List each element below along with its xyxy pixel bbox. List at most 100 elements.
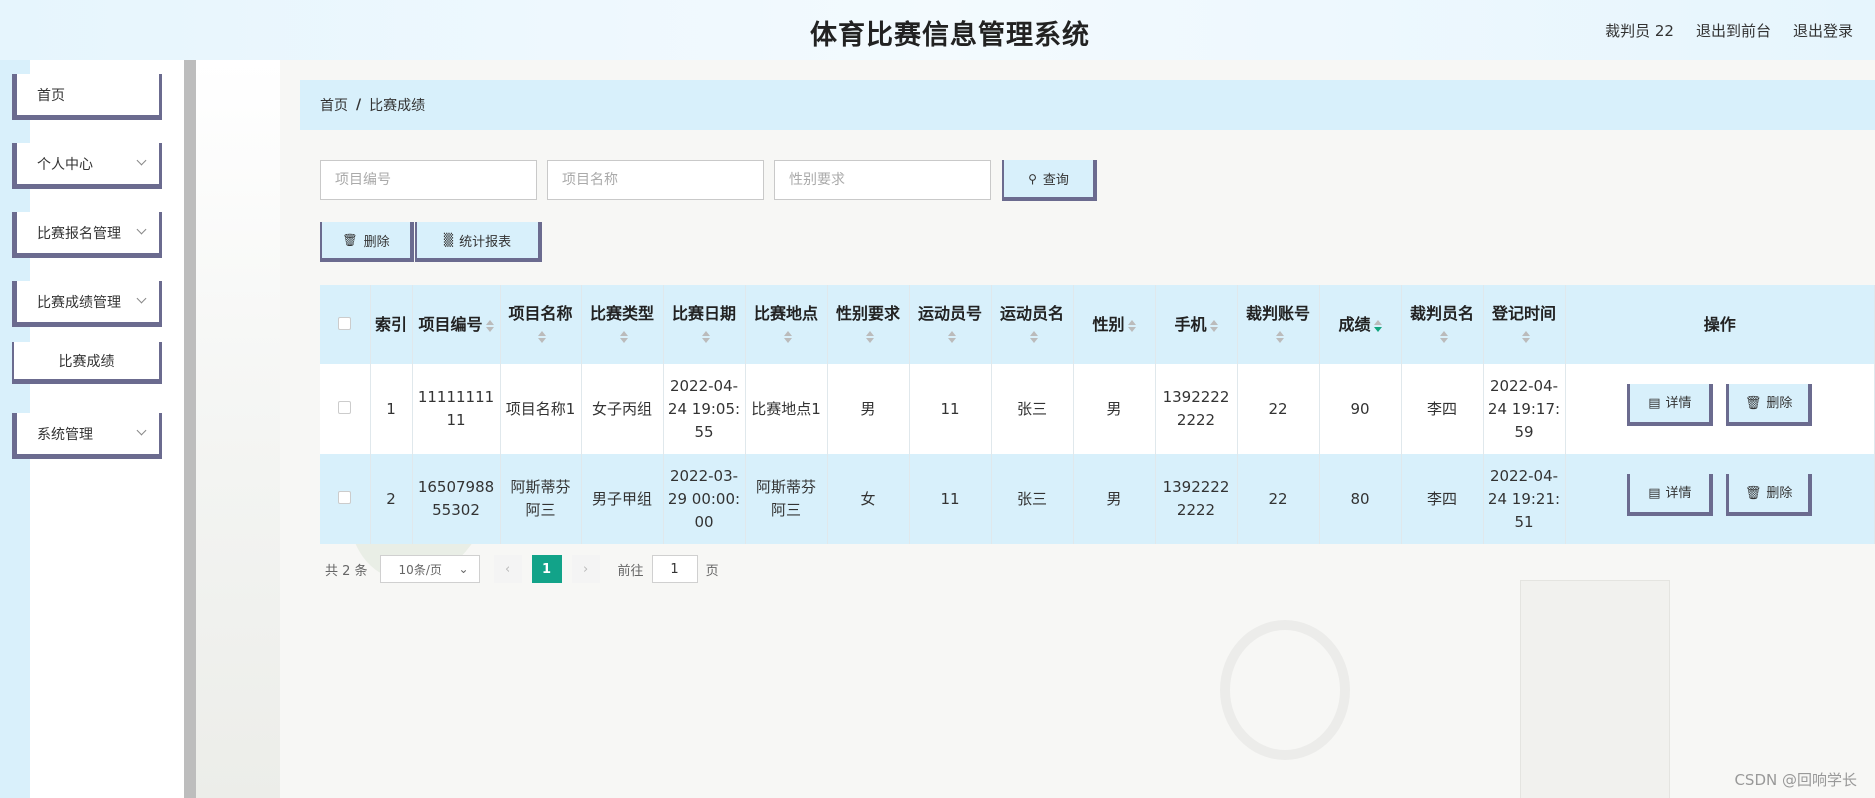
cell-match-type: 男子甲组 — [581, 454, 664, 544]
row-checkbox[interactable] — [338, 490, 352, 504]
header-label: 比赛类型 — [589, 303, 654, 323]
detail-button[interactable]: ▤ 详情 — [1627, 384, 1714, 426]
row-select-cell — [320, 364, 371, 454]
sort-icon[interactable] — [1209, 319, 1218, 332]
header-referee-name[interactable]: 裁判员名 — [1401, 285, 1484, 364]
header-label: 裁判员名 — [1409, 303, 1474, 323]
chevron-left-icon: ‹ — [504, 561, 511, 577]
background-box-decoration — [1520, 580, 1670, 798]
header-match-type[interactable]: 比赛类型 — [581, 285, 664, 364]
header-label: 运动员号 — [917, 303, 982, 323]
header-referee-account[interactable]: 裁判账号 — [1237, 285, 1320, 364]
row-checkbox[interactable] — [338, 400, 352, 414]
cell-athlete-name: 张三 — [991, 454, 1074, 544]
header-gender-requirement[interactable]: 性别要求 — [827, 285, 910, 364]
cell-match-type: 女子丙组 — [581, 364, 664, 454]
sort-icon[interactable] — [1521, 331, 1530, 343]
sidebar-item-system-management[interactable]: 系统管理 — [12, 413, 162, 459]
pagination: 共 2 条 10条/页 ⌄ ‹ 1 › 前往 1 页 — [325, 555, 719, 583]
sidebar-item-score-management[interactable]: 比赛成绩管理 — [12, 281, 162, 327]
goto-page-input[interactable]: 1 — [651, 555, 698, 583]
sidebar-item-registration-management[interactable]: 比赛报名管理 — [12, 212, 162, 258]
sort-icon[interactable] — [783, 331, 792, 343]
detail-button[interactable]: ▤ 详情 — [1627, 474, 1714, 516]
top-header: 体育比赛信息管理系统 裁判员 22 退出到前台 退出登录 — [0, 0, 1875, 60]
table-row: 1 1111111111 项目名称1 女子丙组 2022-04-24 19:05… — [320, 364, 1875, 454]
cell-match-place: 比赛地点1 — [745, 364, 828, 454]
sidebar-item-scores[interactable]: 比赛成绩 — [12, 342, 162, 384]
detail-icon: ▤ — [1648, 485, 1661, 501]
goto-prefix: 前往 — [617, 563, 644, 579]
header-label: 操作 — [1703, 315, 1736, 334]
header-project-name[interactable]: 项目名称 — [500, 285, 582, 364]
chevron-down-icon — [136, 425, 147, 436]
row-delete-button[interactable]: 🗑 删除 — [1726, 384, 1813, 426]
cell-athlete-no: 11 — [909, 454, 992, 544]
breadcrumb: 首页 / 比赛成绩 — [300, 80, 1875, 130]
cell-phone: 13922222222 — [1155, 454, 1238, 544]
chevron-right-icon: › — [582, 561, 589, 577]
sort-icon[interactable] — [1373, 319, 1382, 332]
batch-delete-label: 删除 — [363, 234, 390, 250]
goto-suffix: 页 — [705, 563, 719, 579]
trash-icon: 🗑 — [342, 233, 358, 247]
header-label: 裁判账号 — [1245, 303, 1310, 323]
header-athlete-name[interactable]: 运动员名 — [991, 285, 1074, 364]
row-select-cell — [320, 454, 371, 544]
logout-link[interactable]: 退出登录 — [1793, 20, 1853, 41]
header-label: 项目名称 — [508, 303, 573, 323]
header-project-no[interactable]: 项目编号 — [412, 285, 501, 364]
search-icon: ⚲ — [1028, 171, 1037, 186]
sort-icon[interactable] — [701, 331, 710, 343]
sort-icon[interactable] — [1439, 331, 1448, 343]
app-title: 体育比赛信息管理系统 — [810, 20, 1090, 51]
gender-requirement-input[interactable]: 性别要求 — [774, 160, 991, 200]
breadcrumb-home[interactable]: 首页 — [320, 95, 348, 115]
sort-icon[interactable] — [1275, 331, 1284, 343]
sidebar-item-personal-center[interactable]: 个人中心 — [12, 143, 162, 189]
detail-label: 详情 — [1665, 485, 1692, 501]
sidebar-item-home[interactable]: 首页 — [12, 74, 162, 120]
project-no-input[interactable]: 项目编号 — [320, 160, 537, 200]
header-registration-time[interactable]: 登记时间 — [1483, 285, 1566, 364]
query-button[interactable]: ⚲ 查询 — [1002, 160, 1097, 201]
select-all-cell — [320, 285, 371, 364]
header-match-place[interactable]: 比赛地点 — [745, 285, 828, 364]
back-to-front-link[interactable]: 退出到前台 — [1696, 20, 1771, 41]
sidebar-item-label: 比赛报名管理 — [37, 225, 121, 242]
sort-icon[interactable] — [619, 331, 628, 343]
prev-page-button[interactable]: ‹ — [493, 555, 522, 583]
sort-icon[interactable] — [865, 331, 874, 343]
cell-gender-requirement: 女 — [827, 454, 910, 544]
header-athlete-no[interactable]: 运动员号 — [909, 285, 992, 364]
cell-project-name: 项目名称1 — [500, 364, 582, 454]
sort-icon[interactable] — [1127, 319, 1136, 332]
trash-icon: 🗑 — [1744, 485, 1762, 501]
sort-icon[interactable] — [1029, 331, 1038, 343]
header-match-date[interactable]: 比赛日期 — [663, 285, 746, 364]
cell-athlete-no: 11 — [909, 364, 992, 454]
select-all-checkbox[interactable] — [338, 317, 352, 330]
cell-gender: 男 — [1073, 454, 1156, 544]
cell-project-name: 阿斯蒂芬阿三 — [500, 454, 582, 544]
statistics-report-button[interactable]: ▒ 统计报表 — [415, 222, 542, 262]
sort-icon[interactable] — [947, 331, 956, 343]
page-size-value: 10条/页 — [398, 562, 442, 577]
sort-icon[interactable] — [538, 331, 546, 343]
page-number-current[interactable]: 1 — [531, 555, 562, 583]
sort-icon[interactable] — [485, 319, 494, 332]
chevron-down-icon — [136, 293, 147, 304]
batch-delete-button[interactable]: 🗑 删除 — [320, 222, 414, 262]
cell-score: 90 — [1319, 364, 1402, 454]
row-delete-label: 删除 — [1766, 395, 1793, 411]
next-page-button[interactable]: › — [571, 555, 600, 583]
sidebar-item-label: 个人中心 — [37, 156, 93, 173]
page-size-select[interactable]: 10条/页 ⌄ — [379, 555, 480, 583]
header-label: 性别要求 — [835, 303, 900, 323]
row-delete-button[interactable]: 🗑 删除 — [1726, 474, 1813, 516]
cell-project-no: 1111111111 — [412, 364, 501, 454]
header-gender[interactable]: 性别 — [1073, 285, 1156, 364]
project-name-input[interactable]: 项目名称 — [547, 160, 764, 200]
header-phone[interactable]: 手机 — [1155, 285, 1238, 364]
header-score[interactable]: 成绩 — [1319, 285, 1402, 364]
